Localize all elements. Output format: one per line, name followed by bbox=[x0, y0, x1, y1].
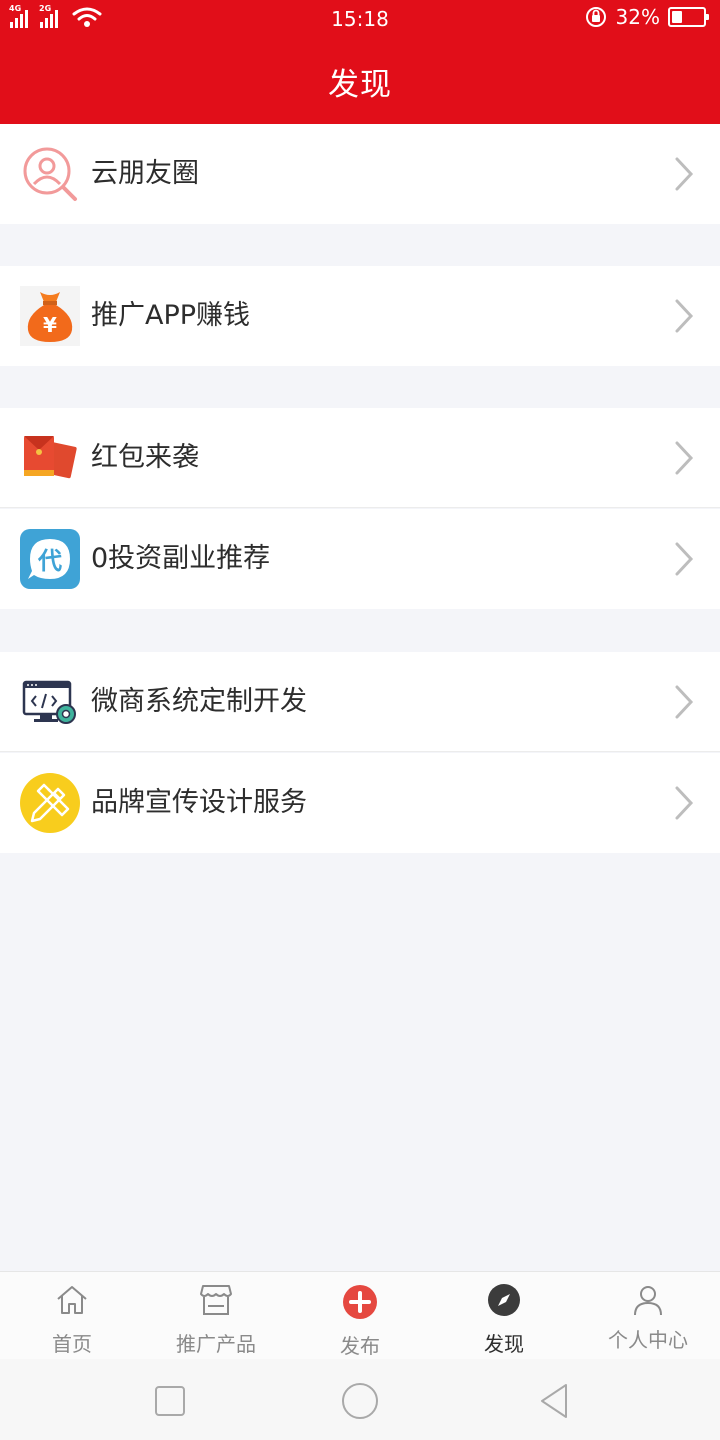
list-item-custom-dev[interactable]: 微商系统定制开发 bbox=[0, 652, 720, 752]
tab-home[interactable]: 首页 bbox=[0, 1272, 144, 1360]
store-icon bbox=[200, 1285, 232, 1315]
item-label: 云朋友圈 bbox=[91, 158, 199, 189]
recent-apps-icon[interactable] bbox=[150, 1381, 190, 1421]
back-triangle-icon[interactable] bbox=[534, 1381, 574, 1421]
compass-icon bbox=[488, 1284, 520, 1316]
chevron-right-icon bbox=[675, 157, 694, 191]
tab-label: 发布 bbox=[340, 1334, 380, 1358]
tab-discover[interactable]: 发现 bbox=[432, 1272, 576, 1360]
system-nav-bar bbox=[0, 1359, 720, 1440]
item-label: 品牌宣传设计服务 bbox=[91, 787, 307, 818]
svg-text:¥: ¥ bbox=[43, 313, 57, 337]
tab-publish[interactable]: 发布 bbox=[288, 1272, 432, 1360]
list-item-brand-design[interactable]: 品牌宣传设计服务 bbox=[0, 753, 720, 853]
monitor-code-gear-icon bbox=[22, 680, 76, 724]
bottom-tab-bar: 首页 推广产品 发布 发现 个人中心 bbox=[0, 1271, 720, 1359]
svg-text:代: 代 bbox=[37, 547, 62, 575]
list-item-cloud-friends[interactable]: 云朋友圈 bbox=[0, 124, 720, 224]
status-bar: 4G 2G 15:18 32% bbox=[0, 0, 720, 38]
tab-profile[interactable]: 个人中心 bbox=[576, 1272, 720, 1360]
tab-label: 首页 bbox=[52, 1332, 92, 1356]
battery-percent: 32% bbox=[615, 5, 660, 29]
item-label: 微商系统定制开发 bbox=[91, 686, 307, 717]
tab-label: 推广产品 bbox=[176, 1332, 256, 1356]
dai-agent-icon: 代 bbox=[20, 529, 80, 589]
home-icon bbox=[57, 1286, 87, 1314]
battery-icon bbox=[668, 7, 709, 27]
person-icon bbox=[634, 1286, 662, 1316]
home-circle-icon[interactable] bbox=[340, 1381, 380, 1421]
chevron-right-icon bbox=[675, 542, 694, 576]
list-item-red-envelope[interactable]: 红包来袭 bbox=[0, 408, 720, 508]
red-envelope-icon bbox=[24, 436, 77, 479]
chevron-right-icon bbox=[675, 441, 694, 475]
add-circle-icon bbox=[343, 1285, 377, 1319]
pencil-ruler-design-icon bbox=[20, 773, 80, 833]
cloud-friends-search-icon bbox=[23, 147, 77, 201]
chevron-right-icon bbox=[675, 685, 694, 719]
tab-promote-products[interactable]: 推广产品 bbox=[144, 1272, 288, 1360]
item-label: 红包来袭 bbox=[91, 442, 199, 473]
chevron-right-icon bbox=[675, 299, 694, 333]
list-item-side-business[interactable]: 代 0投资副业推荐 bbox=[0, 509, 720, 609]
money-bag-yuan-icon: ¥ bbox=[20, 286, 80, 346]
list-item-promote-app[interactable]: ¥ 推广APP赚钱 bbox=[0, 266, 720, 366]
rotation-lock-icon bbox=[585, 7, 606, 27]
tab-label: 发现 bbox=[484, 1332, 524, 1356]
item-label: 0投资副业推荐 bbox=[91, 543, 271, 574]
chevron-right-icon bbox=[675, 786, 694, 820]
page-title: 发现 bbox=[328, 66, 392, 103]
tab-label: 个人中心 bbox=[608, 1328, 688, 1352]
page-header: 发现 bbox=[0, 38, 720, 124]
item-label: 推广APP赚钱 bbox=[91, 300, 251, 331]
